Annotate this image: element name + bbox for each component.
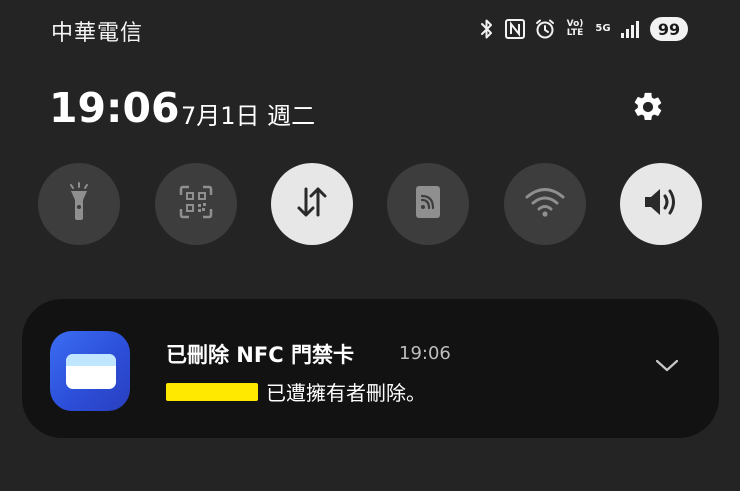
quick-settings-tiles (0, 163, 740, 245)
status-bar: 中華電信 Vo) LTE 5G 99 (0, 0, 740, 56)
qr-scan-icon (179, 185, 213, 223)
settings-button[interactable] (627, 88, 669, 130)
flashlight-icon (64, 182, 94, 226)
tile-nfc[interactable] (387, 163, 469, 245)
redaction-mark (166, 382, 258, 401)
chevron-down-icon (655, 358, 679, 377)
battery-indicator: 99 (650, 17, 688, 41)
notification-time: 19:06 (399, 343, 451, 364)
status-icons: Vo) LTE 5G 99 (478, 12, 688, 46)
clock: 19:06 (49, 84, 180, 132)
nfc-icon (504, 18, 526, 40)
5g-icon: 5G (595, 23, 611, 34)
notification-title: 已刪除 NFC 門禁卡 (166, 343, 354, 367)
alarm-icon (534, 18, 556, 40)
notification-message: 已遭擁有者刪除。 (266, 381, 426, 405)
tile-mobile-data[interactable] (271, 163, 353, 245)
card-graphic (66, 354, 116, 389)
wifi-icon (525, 186, 565, 222)
tile-sound[interactable] (620, 163, 702, 245)
tile-flashlight[interactable] (38, 163, 120, 245)
bluetooth-icon (478, 18, 496, 40)
tile-qr-scanner[interactable] (155, 163, 237, 245)
data-arrows-icon (295, 185, 329, 223)
gear-icon (631, 90, 665, 128)
speaker-icon (641, 185, 681, 223)
wallet-card-icon (50, 331, 130, 411)
notification-body: 已遭擁有者刪除。 (166, 377, 426, 406)
date[interactable]: 7月1日 週二 (181, 96, 315, 131)
carrier-name: 中華電信 (51, 21, 144, 46)
signal-icon (620, 19, 640, 39)
tile-wifi[interactable] (504, 163, 586, 245)
nfc-card-icon (414, 184, 442, 224)
notification-card[interactable]: 已刪除 NFC 門禁卡 19:06 已遭擁有者刪除。 (22, 299, 719, 438)
volte-icon: Vo) LTE (566, 19, 584, 38)
expand-button[interactable] (653, 356, 681, 378)
